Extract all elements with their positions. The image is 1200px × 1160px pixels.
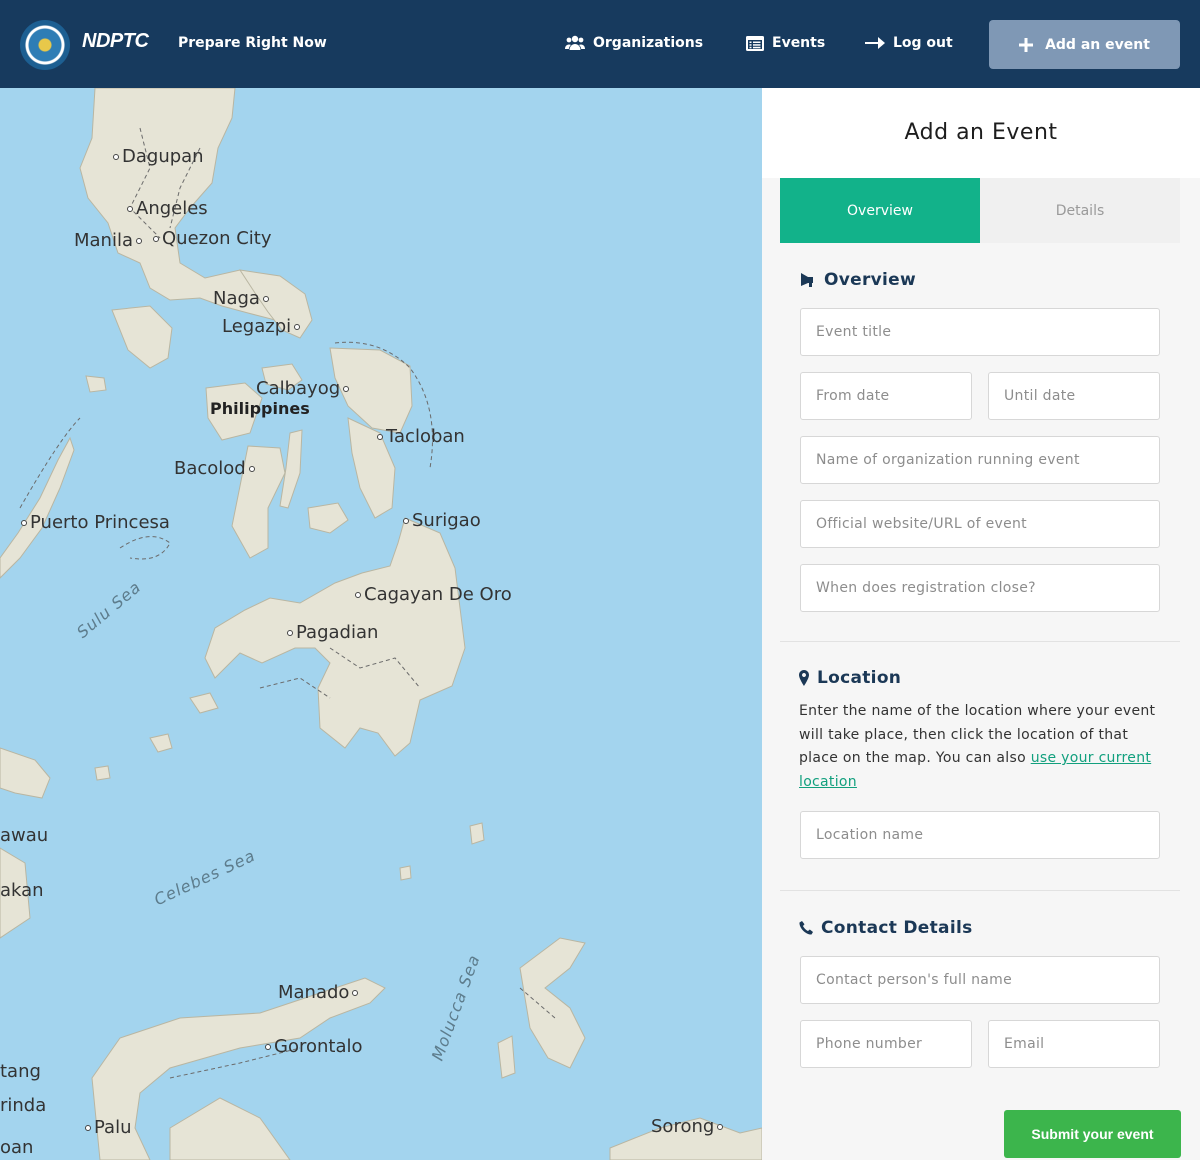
email-input[interactable] (988, 1020, 1160, 1068)
phone-icon (799, 921, 813, 935)
label-manila: Manila (74, 230, 145, 251)
submit-event-button[interactable]: Submit your event (1004, 1110, 1181, 1158)
label-tang: tang (0, 1061, 41, 1082)
label-legazpi: Legazpi (222, 316, 303, 337)
tagline-link[interactable]: Prepare Right Now (178, 35, 327, 51)
nav-events[interactable]: Events (746, 35, 825, 51)
megaphone-icon (801, 272, 813, 287)
contact-person-input[interactable] (800, 956, 1160, 1004)
organization-name-input[interactable] (800, 436, 1160, 484)
until-date-input[interactable] (988, 372, 1160, 420)
label-naga: Naga (213, 288, 272, 309)
label-surigao: Surigao (400, 510, 481, 531)
contact-heading-label: Contact Details (821, 918, 973, 938)
location-heading: Location (799, 668, 901, 688)
label-pagadian: Pagadian (284, 622, 378, 643)
plus-icon (1019, 37, 1034, 52)
form-tabs: Overview Details (780, 178, 1180, 243)
add-event-button[interactable]: Add an event (989, 20, 1180, 69)
label-cagayan-de-oro: Cagayan De Oro (352, 584, 512, 605)
panel-title: Add an Event (904, 120, 1058, 145)
users-icon (565, 35, 585, 50)
label-palu: Palu (82, 1117, 132, 1138)
label-calbayog: Calbayog (256, 378, 352, 399)
label-oan: oan (0, 1137, 34, 1158)
tab-details[interactable]: Details (980, 178, 1180, 243)
overview-heading: Overview (799, 270, 916, 290)
label-angeles: Angeles (124, 198, 208, 219)
ndptc-logo[interactable]: NDPTC (82, 30, 149, 53)
nav-logout[interactable]: Log out (865, 35, 953, 51)
overview-heading-label: Overview (824, 270, 916, 290)
registration-close-input[interactable] (800, 564, 1160, 612)
contact-heading: Contact Details (799, 918, 973, 938)
event-map[interactable]: Dagupan Angeles Manila Quezon City Naga … (0, 88, 762, 1160)
label-philippines: Philippines (210, 399, 310, 418)
map-pin-icon (799, 670, 809, 686)
calendar-list-icon (746, 35, 764, 51)
event-title-input[interactable] (800, 308, 1160, 356)
nav-organizations-label: Organizations (593, 35, 704, 51)
location-heading-label: Location (817, 668, 902, 688)
arrow-right-icon (865, 37, 885, 49)
event-url-input[interactable] (800, 500, 1160, 548)
from-date-input[interactable] (800, 372, 972, 420)
label-bacolod: Bacolod (174, 458, 258, 479)
section-divider (780, 641, 1180, 642)
label-tacloban: Tacloban (374, 426, 465, 447)
label-rinda: rinda (0, 1095, 47, 1116)
add-event-panel: Add an Event Overview Details Overview L… (762, 88, 1200, 1160)
label-dagupan: Dagupan (110, 146, 204, 167)
tab-overview[interactable]: Overview (780, 178, 980, 243)
label-gorontalo: Gorontalo (262, 1036, 363, 1057)
label-quezon-city: Quezon City (150, 228, 272, 249)
nav-events-label: Events (772, 35, 826, 51)
section-divider (780, 890, 1180, 891)
nav-logout-label: Log out (893, 35, 953, 51)
label-akan: akan (0, 880, 44, 901)
label-puerto-princesa: Puerto Princesa (18, 512, 170, 533)
panel-header: Add an Event (762, 88, 1200, 178)
seal-logo-icon[interactable] (20, 20, 70, 70)
nav-organizations[interactable]: Organizations (565, 35, 703, 51)
label-sorong: Sorong (651, 1116, 726, 1137)
phone-number-input[interactable] (800, 1020, 972, 1068)
location-name-input[interactable] (800, 811, 1160, 859)
label-awau: awau (0, 825, 49, 846)
location-description: Enter the name of the location where you… (799, 700, 1164, 794)
add-event-label: Add an event (1045, 36, 1150, 53)
label-manado: Manado (278, 982, 361, 1003)
top-navbar: NDPTC Prepare Right Now Organizations Ev… (0, 0, 1200, 88)
